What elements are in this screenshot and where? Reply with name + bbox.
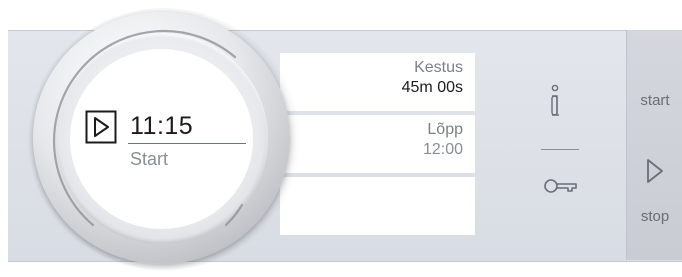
end-time-value: 12:00: [422, 141, 463, 158]
duration-label: Kestus: [414, 59, 463, 76]
play-icon[interactable]: [645, 158, 665, 184]
info-icon[interactable]: [548, 84, 562, 118]
end-time-card[interactable]: Lõpp 12:00: [280, 115, 475, 173]
key-icon[interactable]: [543, 176, 579, 196]
start-stop-strip[interactable]: start stop: [626, 30, 682, 260]
start-label: start: [640, 92, 670, 109]
duration-card[interactable]: Kestus 45m 00s: [280, 53, 475, 111]
start-status-label: Start: [130, 149, 169, 169]
empty-card[interactable]: [280, 177, 475, 235]
icon-divider: [541, 149, 579, 150]
start-time-value[interactable]: 11:15: [130, 112, 193, 140]
end-time-label: Lõpp: [427, 121, 463, 138]
play-icon[interactable]: [85, 110, 117, 144]
control-panel-screen: start stop Kestus 45m 00s Lõpp 12:00 11:…: [0, 0, 682, 277]
stop-label: stop: [640, 208, 670, 225]
duration-value: 45m 00s: [401, 79, 463, 96]
dial-divider: [128, 143, 246, 144]
